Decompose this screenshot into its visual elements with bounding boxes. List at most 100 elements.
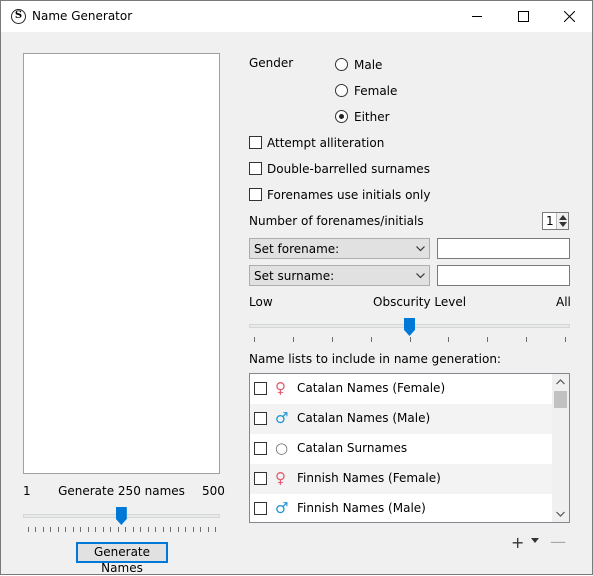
list-item-checkbox[interactable] [254, 472, 267, 485]
slider-tick [526, 337, 528, 342]
scroll-thumb[interactable] [554, 391, 567, 408]
slider-tick [125, 527, 127, 532]
slider-tick [140, 527, 142, 532]
alliteration-label[interactable]: Attempt alliteration [267, 136, 384, 150]
minimize-button[interactable] [454, 1, 500, 32]
app-icon: S [11, 9, 26, 24]
slider-tick [370, 337, 372, 342]
double-barrelled-label[interactable]: Double-barrelled surnames [267, 162, 430, 176]
chevron-down-icon [416, 273, 425, 279]
slider-tick [409, 337, 411, 342]
slider-tick [254, 337, 255, 342]
initials-only-checkbox[interactable] [249, 188, 262, 201]
forenames-count-label: Number of forenames/initials [249, 214, 424, 228]
minimize-icon [472, 16, 482, 17]
gender-female-label[interactable]: Female [354, 84, 397, 98]
list-item[interactable]: ♂ Finnish Names (Male) [250, 494, 553, 522]
slider-tick [102, 527, 104, 532]
set-surname-input[interactable] [437, 265, 570, 286]
slider-tick [87, 527, 89, 532]
slider-tick [162, 527, 164, 532]
generate-names-button[interactable]: Generate Names [76, 542, 168, 575]
list-item-label: Finnish Names (Male) [297, 501, 426, 515]
slider-tick [448, 337, 450, 342]
list-item-checkbox[interactable] [254, 412, 267, 425]
set-forename-input[interactable] [437, 238, 570, 259]
slider-tick [192, 527, 194, 532]
list-item[interactable]: ♀ Catalan Names (Female) [250, 374, 553, 404]
set-forename-dropdown[interactable]: Set forename: [249, 238, 430, 259]
slider-tick [132, 527, 134, 532]
title-bar[interactable]: S Name Generator [1, 1, 592, 32]
forenames-count-value[interactable]: 1 [546, 214, 554, 228]
slider-tick [177, 527, 179, 532]
male-icon: ♂ [275, 409, 289, 427]
gender-female-radio[interactable] [335, 84, 348, 97]
female-icon: ♀ [275, 469, 286, 487]
slider-tick [565, 337, 566, 342]
obscurity-slider-thumb[interactable] [404, 318, 415, 336]
generate-count-slider-ticks [28, 527, 216, 533]
maximize-icon [518, 11, 529, 22]
slider-tick [117, 527, 119, 532]
slider-tick [200, 527, 202, 532]
alliteration-checkbox[interactable] [249, 136, 262, 149]
set-surname-dropdown[interactable]: Set surname: [249, 265, 430, 286]
slider-tick [57, 527, 59, 532]
name-lists-scrollbar[interactable] [552, 374, 569, 522]
gender-male-radio[interactable] [335, 58, 348, 71]
spinner-arrows[interactable] [556, 213, 568, 229]
spin-up-icon[interactable] [559, 215, 567, 220]
gender-either-label[interactable]: Either [354, 110, 390, 124]
list-item-checkbox[interactable] [254, 502, 267, 515]
slider-tick [185, 527, 187, 532]
neutral-circle-icon: ○ [275, 439, 289, 457]
gender-label: Gender [249, 56, 294, 70]
slider-tick [331, 337, 333, 342]
window-title: Name Generator [32, 9, 133, 23]
list-item-label: Catalan Surnames [297, 441, 408, 455]
list-item[interactable]: ○ Catalan Surnames [250, 434, 553, 464]
list-item-checkbox[interactable] [254, 382, 267, 395]
close-button[interactable] [546, 1, 592, 32]
slider-tick [50, 527, 52, 532]
slider-tick [147, 527, 149, 532]
chevron-down-icon [416, 246, 425, 252]
double-barrelled-checkbox[interactable] [249, 162, 262, 175]
generate-count-slider-thumb[interactable] [115, 507, 127, 525]
slider-tick [207, 527, 209, 532]
close-icon [564, 11, 575, 22]
scroll-down-icon[interactable] [556, 511, 565, 517]
gender-either-radio[interactable] [335, 110, 348, 123]
add-dropdown-icon[interactable] [531, 538, 539, 543]
list-item-label: Finnish Names (Female) [297, 471, 441, 485]
generated-names-list[interactable] [23, 53, 220, 474]
slider-tick [95, 527, 97, 532]
female-icon: ♀ [275, 379, 286, 397]
slider-tick [72, 527, 74, 532]
slider-tick [487, 337, 489, 342]
slider-tick [28, 527, 29, 532]
list-item[interactable]: ♂ Catalan Names (Male) [250, 404, 553, 434]
list-item-checkbox[interactable] [254, 442, 267, 455]
male-icon: ♂ [275, 499, 289, 517]
obscurity-high-label: All [556, 295, 571, 309]
list-item-label: Catalan Names (Male) [297, 411, 431, 425]
slider-tick [42, 527, 44, 532]
slider-tick [155, 527, 157, 532]
forenames-count-spinner[interactable]: 1 [542, 212, 569, 230]
name-lists-label: Name lists to include in name generation… [249, 352, 501, 366]
add-list-button[interactable]: + [511, 533, 524, 552]
slider-tick [292, 337, 294, 342]
initials-only-label[interactable]: Forenames use initials only [267, 188, 430, 202]
slider-tick [80, 527, 82, 532]
slider-tick [215, 527, 216, 532]
remove-list-button[interactable]: — [550, 532, 566, 551]
scroll-up-icon[interactable] [556, 379, 565, 385]
spin-down-icon[interactable] [559, 222, 567, 227]
set-forename-label: Set forename: [254, 242, 340, 256]
name-lists-box[interactable]: ♀ Catalan Names (Female) ♂ Catalan Names… [249, 373, 570, 523]
maximize-button[interactable] [500, 1, 546, 32]
list-item[interactable]: ♀ Finnish Names (Female) [250, 464, 553, 494]
gender-male-label[interactable]: Male [354, 58, 382, 72]
